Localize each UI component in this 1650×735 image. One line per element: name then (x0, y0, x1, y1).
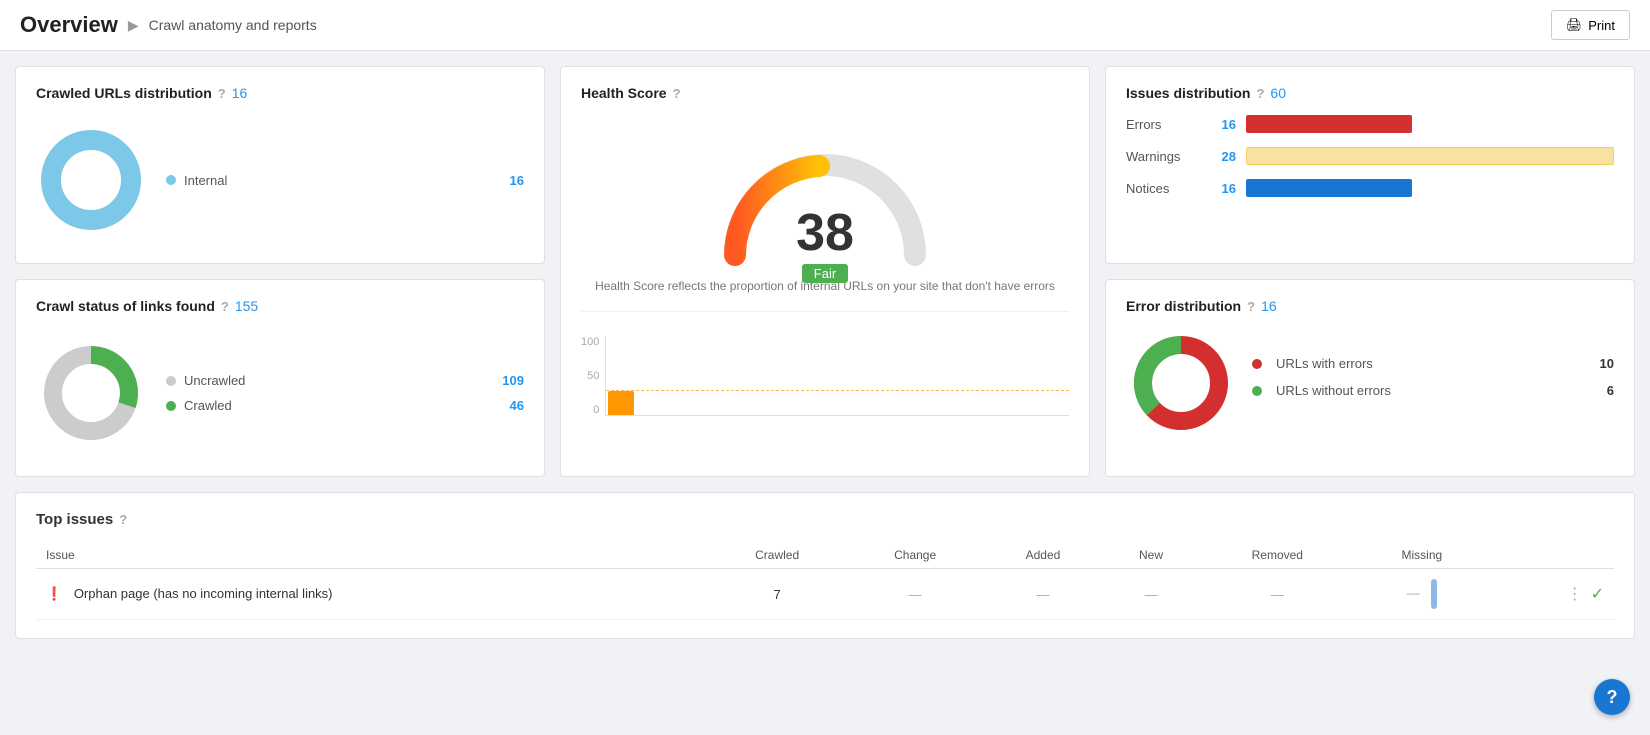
legend-dot-no-errors (1252, 386, 1262, 396)
breadcrumb-icon: ▶ (128, 17, 139, 34)
col-header-missing: Missing (1355, 542, 1488, 569)
crawled-urls-help-icon[interactable]: ? (218, 86, 226, 101)
legend-dot-errors (1252, 359, 1262, 369)
errors-bar (1246, 115, 1412, 133)
gauge-area: 38 Fair (715, 125, 935, 255)
col-header-removed: Removed (1199, 542, 1355, 569)
breadcrumb-text: Crawl anatomy and reports (149, 17, 317, 33)
notices-bar-wrap (1246, 179, 1614, 197)
missing-cell: — (1355, 569, 1488, 620)
health-score-container: 38 Fair Health Score reflects the propor… (581, 115, 1069, 426)
crawl-status-donut-area: Uncrawled 109 Crawled 46 (36, 328, 524, 458)
dist-row-errors: Errors 16 (1126, 115, 1614, 133)
header: Overview ▶ Crawl anatomy and reports 🖨 P… (0, 0, 1650, 51)
health-score-title: Health Score ? (581, 85, 1069, 101)
health-score-card: Health Score ? (560, 66, 1090, 477)
crawl-status-donut (36, 338, 146, 448)
row-actions: ⋮ ✓ (1498, 584, 1604, 604)
legend-item-crawled: Crawled 46 (166, 398, 524, 413)
issue-cell: ❗ Orphan page (has no incoming internal … (36, 569, 707, 620)
row-menu-icon[interactable]: ⋮ (1567, 584, 1583, 604)
col-header-actions (1488, 542, 1614, 569)
scroll-indicator (1431, 579, 1437, 609)
error-legend-item-with-errors: URLs with errors 10 (1252, 356, 1614, 371)
issues-dist-help-icon[interactable]: ? (1256, 86, 1264, 101)
issues-distribution-card: Issues distribution ? 60 Errors 16 Warni… (1105, 66, 1635, 264)
col-header-added: Added (983, 542, 1103, 569)
error-dist-title: Error distribution ? 16 (1126, 298, 1614, 314)
removed-cell: — (1199, 569, 1355, 620)
legend-item-uncrawled: Uncrawled 109 (166, 373, 524, 388)
col-header-new: New (1103, 542, 1199, 569)
warnings-bar (1246, 147, 1614, 165)
y-label-0: 0 (593, 404, 599, 416)
error-dist-legend: URLs with errors 10 URLs without errors … (1252, 356, 1614, 410)
top-issues-card: Top issues ? Issue Crawled Change Added … (15, 492, 1635, 639)
error-dot-icon: ❗ (46, 586, 62, 601)
notices-bar (1246, 179, 1412, 197)
issues-table-body: ❗ Orphan page (has no incoming internal … (36, 569, 1614, 620)
issues-table-head: Issue Crawled Change Added New Removed M… (36, 542, 1614, 569)
crawled-urls-card: Crawled URLs distribution ? 16 Internal … (15, 66, 545, 264)
print-button[interactable]: 🖨 Print (1551, 10, 1630, 40)
header-left: Overview ▶ Crawl anatomy and reports (20, 12, 317, 38)
main-grid: Crawled URLs distribution ? 16 Internal … (0, 51, 1650, 654)
legend-dot-internal (166, 175, 176, 185)
issues-dist-rows: Errors 16 Warnings 28 Notices 16 (1126, 115, 1614, 197)
crawl-status-card: Crawl status of links found ? 155 Uncraw… (15, 279, 545, 477)
error-dist-donut (1126, 328, 1236, 438)
legend-item-internal: Internal 16 (166, 173, 524, 188)
top-issues-help-icon[interactable]: ? (119, 512, 127, 527)
error-legend-item-without-errors: URLs without errors 6 (1252, 383, 1614, 398)
legend-dot-crawled (166, 401, 176, 411)
chart-dashed-line (606, 390, 1069, 391)
row-actions-cell: ⋮ ✓ (1488, 569, 1614, 620)
table-row: ❗ Orphan page (has no incoming internal … (36, 569, 1614, 620)
top-issues-title: Top issues ? (36, 511, 1614, 528)
health-score-help-icon[interactable]: ? (673, 86, 681, 101)
errors-bar-wrap (1246, 115, 1614, 133)
row-check-icon[interactable]: ✓ (1591, 584, 1604, 604)
crawled-urls-donut-area: Internal 16 (36, 115, 524, 245)
dist-row-warnings: Warnings 28 (1126, 147, 1614, 165)
page-title: Overview (20, 12, 118, 38)
issues-table-header-row: Issue Crawled Change Added New Removed M… (36, 542, 1614, 569)
new-cell: — (1103, 569, 1199, 620)
print-label: Print (1588, 18, 1615, 33)
added-cell: — (983, 569, 1103, 620)
change-cell: — (847, 569, 983, 620)
y-label-50: 50 (587, 370, 599, 382)
issues-table: Issue Crawled Change Added New Removed M… (36, 542, 1614, 620)
warnings-bar-wrap (1246, 147, 1614, 165)
col-header-issue: Issue (36, 542, 707, 569)
crawl-status-title: Crawl status of links found ? 155 (36, 298, 524, 314)
crawled-urls-donut (36, 125, 146, 235)
score-text: 38 (796, 204, 854, 262)
crawl-status-legend: Uncrawled 109 Crawled 46 (166, 373, 524, 413)
crawl-status-help-icon[interactable]: ? (221, 299, 229, 314)
chart-bar (608, 391, 634, 415)
col-header-change: Change (847, 542, 983, 569)
score-badge: Fair (802, 264, 848, 283)
error-dist-help-icon[interactable]: ? (1247, 299, 1255, 314)
crawled-urls-title: Crawled URLs distribution ? 16 (36, 85, 524, 101)
printer-icon: 🖨 (1566, 17, 1583, 33)
legend-dot-uncrawled (166, 376, 176, 386)
y-label-100: 100 (581, 336, 599, 348)
issues-dist-title: Issues distribution ? 60 (1126, 85, 1614, 101)
help-fab-button[interactable]: ? (1594, 679, 1630, 715)
crawled-cell: 7 (707, 569, 847, 620)
mini-chart: 100 50 0 (581, 311, 1069, 416)
gauge-svg: 38 (715, 125, 935, 285)
dist-row-notices: Notices 16 (1126, 179, 1614, 197)
crawled-urls-legend: Internal 16 (166, 173, 524, 188)
error-distribution-card: Error distribution ? 16 URLs with errors… (1105, 279, 1635, 477)
col-header-crawled: Crawled (707, 542, 847, 569)
error-dist-area: URLs with errors 10 URLs without errors … (1126, 328, 1614, 438)
